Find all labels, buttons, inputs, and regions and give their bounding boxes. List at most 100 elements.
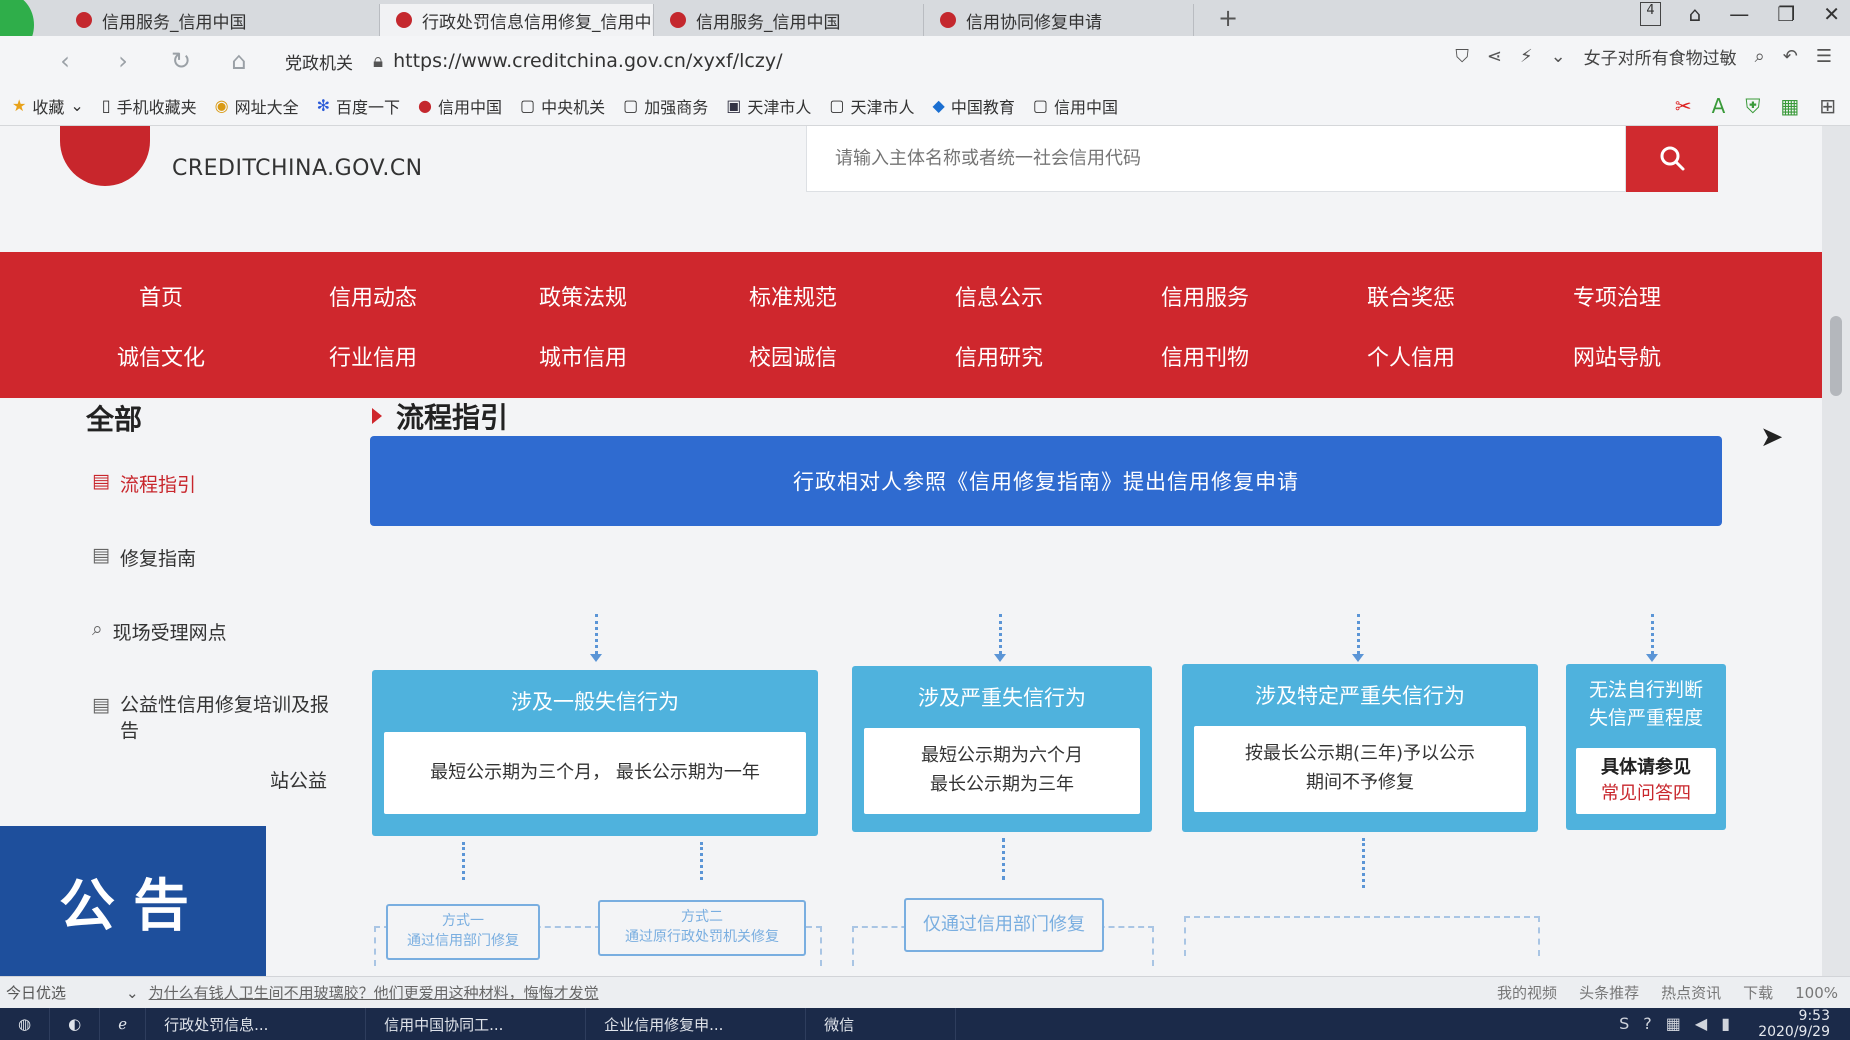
credit-search-input[interactable]	[807, 126, 1625, 191]
nav-industry-credit[interactable]: 行业信用	[268, 340, 478, 372]
game-icon[interactable]: ▦	[1780, 94, 1799, 118]
close-window-icon[interactable]: ✕	[1823, 2, 1840, 26]
bookmark-item[interactable]: ▢ 加强商务	[623, 94, 708, 118]
system-tray: S ? ▦ ◀ ▮	[1619, 1014, 1730, 1033]
category-body[interactable]: 具体请参见 常见问答四	[1576, 748, 1716, 814]
sidebar-item-service-points[interactable]: ⌕ 现场受理网点	[92, 618, 227, 645]
taskbar-window-2[interactable]: 信用中国协同工...	[366, 1008, 587, 1040]
nav-credit-publications[interactable]: 信用刊物	[1100, 340, 1310, 372]
nav-personal-credit[interactable]: 个人信用	[1306, 340, 1516, 372]
taskbar-window-wechat[interactable]: 微信	[806, 1008, 957, 1040]
method-one-box[interactable]: 方式一 通过信用部门修复	[386, 904, 540, 960]
shield-icon[interactable]: ⛉	[1455, 46, 1469, 67]
bookmark-item[interactable]: ✻ 百度一下	[317, 94, 400, 118]
reload-icon[interactable]: ↻	[166, 47, 196, 75]
education-icon: ◆	[932, 96, 945, 115]
forward-icon[interactable]: ›	[108, 47, 138, 75]
menu-icon[interactable]: ☰	[1816, 46, 1832, 67]
news-headline-link[interactable]: 为什么有钱人卫生间不用玻璃胶？他们更爱用这种材料，悔悔才发觉	[149, 982, 599, 1003]
taskbar-app-icon[interactable]: ◐	[50, 1008, 101, 1040]
nav-site-map[interactable]: 网站导航	[1512, 340, 1722, 372]
search-icon[interactable]: ⌕	[1755, 46, 1765, 67]
status-my-video[interactable]: 我的视频	[1497, 982, 1557, 1003]
skin-icon[interactable]: ⌂	[1689, 2, 1702, 26]
restore-icon[interactable]: ❐	[1777, 2, 1795, 26]
nav-disclosure[interactable]: 信息公示	[894, 280, 1104, 312]
nav-campus-integrity[interactable]: 校园诚信	[688, 340, 898, 372]
zoom-level[interactable]: 100%	[1795, 984, 1838, 1002]
chevron-down-icon[interactable]: ⌄	[1551, 46, 1566, 67]
status-download[interactable]: 下载	[1743, 982, 1773, 1003]
nav-integrity-culture[interactable]: 诚信文化	[56, 340, 266, 372]
input-method-icon[interactable]: S	[1619, 1014, 1629, 1033]
tab-count-badge[interactable]: 4	[1640, 2, 1661, 26]
bookmark-item[interactable]: ▢ 信用中国	[1033, 94, 1118, 118]
page-scrollbar[interactable]	[1822, 126, 1850, 976]
apps-grid-icon[interactable]: ⊞	[1819, 94, 1836, 118]
signal-icon[interactable]: ▮	[1721, 1014, 1730, 1033]
sidebar-item-process-guide[interactable]: ▤ 流程指引	[92, 470, 196, 497]
bookmark-item[interactable]: ▯ 手机收藏夹	[102, 94, 197, 118]
today-picks-label[interactable]: 今日优选	[6, 982, 66, 1003]
nav-city-credit[interactable]: 城市信用	[478, 340, 688, 372]
start-button[interactable]: ◍	[0, 1008, 51, 1040]
new-tab-button[interactable]: +	[1208, 4, 1248, 32]
method-credit-dept-only-box[interactable]: 仅通过信用部门修复	[904, 898, 1104, 952]
nav-policy[interactable]: 政策法规	[478, 280, 688, 312]
notice-panel[interactable]: 公告	[0, 826, 266, 976]
translate-icon[interactable]: A	[1712, 94, 1726, 118]
nav-home[interactable]: 首页	[56, 280, 266, 312]
network-icon[interactable]: ▦	[1666, 1014, 1681, 1033]
tab-1[interactable]: 信用服务_信用中国	[60, 4, 380, 36]
flow-connector	[595, 614, 598, 654]
url-text[interactable]: https://www.creditchina.gov.cn/xyxf/lczy…	[393, 50, 782, 72]
minimize-icon[interactable]: —	[1729, 2, 1749, 26]
system-clock[interactable]: 9:53 2020/9/29	[1758, 1008, 1830, 1040]
search-button[interactable]	[1626, 126, 1718, 192]
sidebar-item-training-report[interactable]: ▤ 公益性信用修复培训及报告	[92, 692, 342, 744]
chevron-down-icon[interactable]: ⌄	[126, 984, 139, 1002]
main-navigation: 首页 信用动态 政策法规 标准规范 信息公示 信用服务 联合奖惩 专项治理 诚信…	[0, 252, 1822, 398]
nav-special-governance[interactable]: 专项治理	[1512, 280, 1722, 312]
nav-credit-research[interactable]: 信用研究	[894, 340, 1104, 372]
back-icon[interactable]: ‹	[50, 47, 80, 75]
sidebar-item-public-welfare[interactable]: 站公益	[270, 766, 327, 793]
method-two-box[interactable]: 方式二 通过原行政处罚机关修复	[598, 900, 806, 956]
globe-icon: ◉	[214, 96, 229, 115]
taskbar-window-1[interactable]: 行政处罚信息...	[146, 1008, 367, 1040]
search-suggestion[interactable]: 女子对所有食物过敏	[1584, 44, 1737, 69]
status-headline-recommend[interactable]: 头条推荐	[1579, 982, 1639, 1003]
scissors-icon[interactable]: ✂	[1675, 94, 1692, 118]
scrollbar-thumb[interactable]	[1830, 316, 1842, 396]
shield-check-icon[interactable]: ⛨	[1745, 94, 1760, 118]
tab-4[interactable]: 信用协同修复申请	[924, 4, 1194, 36]
credit-search-box[interactable]	[806, 126, 1626, 192]
faq-link[interactable]: 常见问答四	[1601, 781, 1691, 807]
lightning-icon[interactable]: ⚡︎	[1520, 46, 1533, 67]
tab-2[interactable]: 行政处罚信息信用修复_信用中国 ×	[380, 4, 654, 36]
bookmark-item[interactable]: ◆ 中国教育	[933, 94, 1015, 118]
nav-standards[interactable]: 标准规范	[688, 280, 898, 312]
arrow-down-icon	[1352, 654, 1364, 662]
bookmark-item[interactable]: ▣ 天津市人	[726, 94, 811, 118]
status-hot-news[interactable]: 热点资讯	[1661, 982, 1721, 1003]
home-icon[interactable]: ⌂	[224, 47, 254, 75]
nav-credit-service[interactable]: 信用服务	[1100, 280, 1310, 312]
bookmark-item[interactable]: ● 信用中国	[418, 94, 502, 118]
undo-icon[interactable]: ↶	[1783, 46, 1798, 67]
site-domain[interactable]: CREDITCHINA.GOV.CN	[172, 156, 423, 181]
bookmark-item[interactable]: ▢ 天津市人	[829, 94, 914, 118]
sidebar-item-repair-guide[interactable]: ▤ 修复指南	[92, 544, 196, 571]
taskbar-window-3[interactable]: 企业信用修复申...	[586, 1008, 807, 1040]
nav-credit-news[interactable]: 信用动态	[268, 280, 478, 312]
ie-icon[interactable]: ℯ	[100, 1008, 147, 1040]
share-icon[interactable]: ⋖	[1487, 46, 1502, 67]
volume-icon[interactable]: ◀	[1695, 1014, 1707, 1033]
bookmark-favorites[interactable]: ★ 收藏 ⌄	[12, 94, 84, 118]
bookmark-item[interactable]: ▢ 中央机关	[520, 94, 605, 118]
help-icon[interactable]: ?	[1643, 1014, 1652, 1033]
bookmark-item[interactable]: ◉ 网址大全	[215, 94, 299, 118]
tab-3[interactable]: 信用服务_信用中国	[654, 4, 924, 36]
nav-rewards-penalties[interactable]: 联合奖惩	[1306, 280, 1516, 312]
url-field[interactable]: 党政机关 🔒︎ https://www.creditchina.gov.cn/x…	[285, 44, 783, 78]
